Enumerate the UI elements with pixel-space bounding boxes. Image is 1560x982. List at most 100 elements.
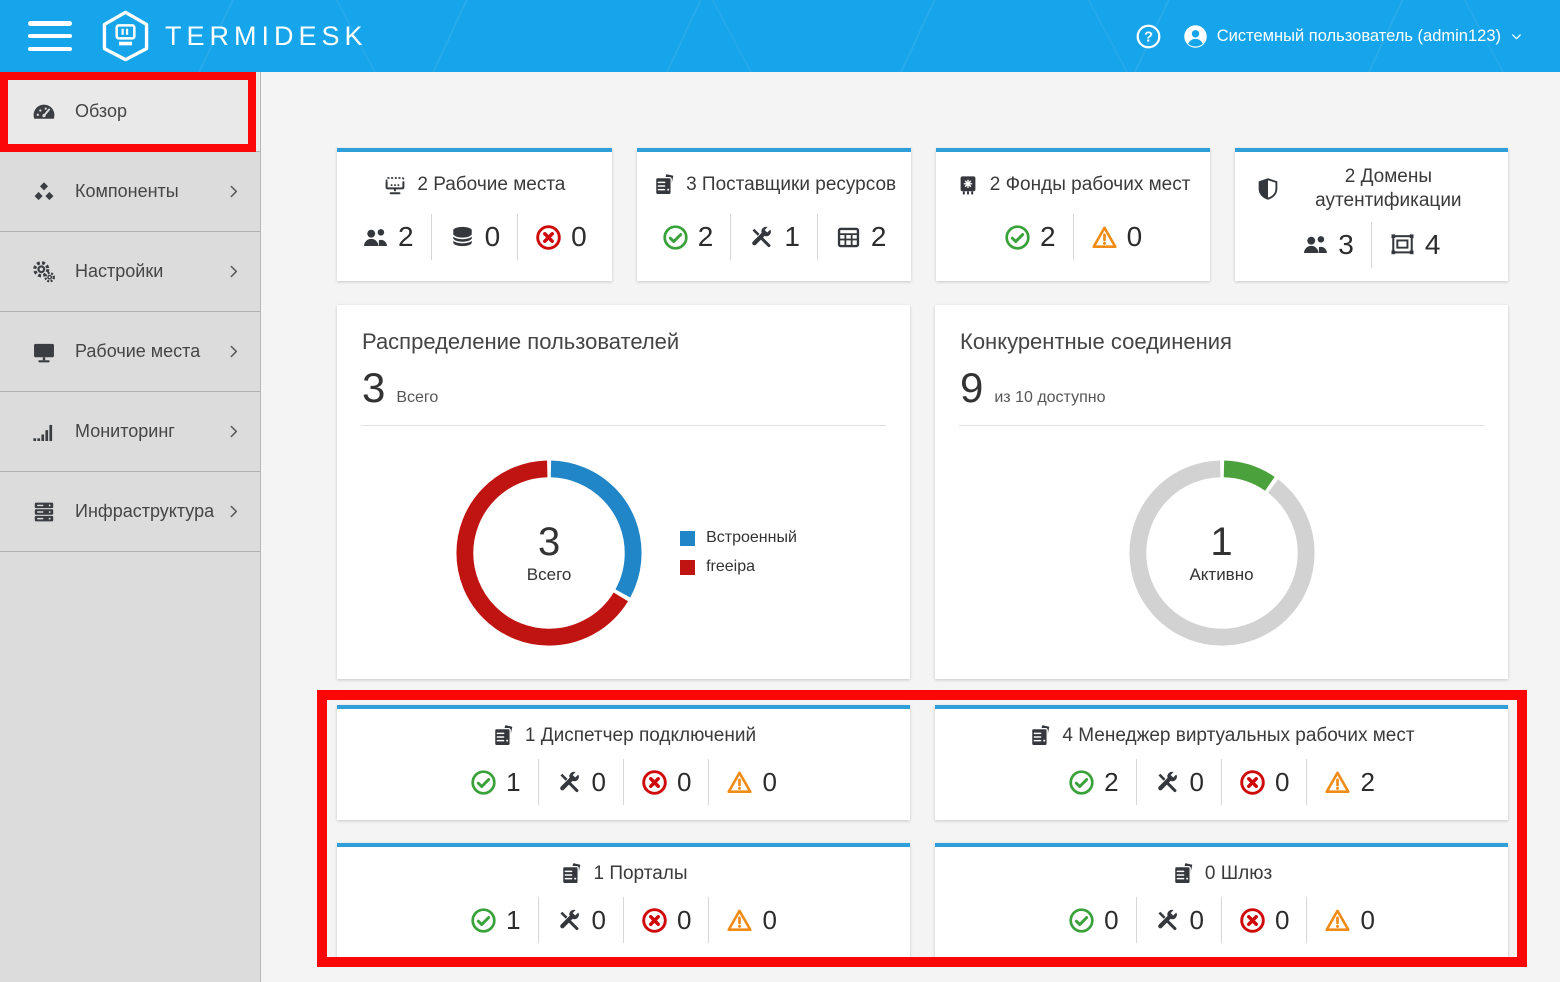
card-title-text: 1 Диспетчер подключений (525, 724, 756, 748)
card-stats: 2 0 0 (345, 214, 604, 260)
warning-icon (1324, 769, 1351, 796)
card-title-text: 4 Менеджер виртуальных рабочих мест (1062, 724, 1414, 748)
stat: 2 (817, 214, 904, 260)
stat: 0 (1306, 897, 1391, 943)
stat: 1 (453, 897, 537, 943)
warning-icon (1324, 907, 1351, 934)
card-title: 0 Шлюз (1171, 862, 1272, 886)
sidebar-item-components[interactable]: Компоненты (0, 152, 260, 232)
help-icon[interactable] (1135, 23, 1162, 50)
stat: 3 (1285, 222, 1371, 268)
user-menu[interactable]: Системный пользователь (admin123) (1182, 23, 1524, 50)
desktop-dashed-icon (383, 173, 407, 197)
stat-value: 0 (677, 767, 691, 798)
termidesk-dashboard: TERMIDESK Системный пользователь (admin1… (0, 0, 1560, 982)
warning-icon (726, 907, 753, 934)
sidebar-item-workplaces[interactable]: Рабочие места (0, 312, 260, 392)
chart-total-label: Всего (396, 389, 438, 407)
chart-body: 1 Активно (935, 426, 1508, 679)
stat-value: 2 (1104, 767, 1118, 798)
error-circle-icon (641, 769, 668, 796)
sidebar-item-overview[interactable]: Обзор (0, 72, 260, 152)
stat: 0 (431, 214, 518, 260)
stat: 2 (345, 214, 431, 260)
header-right: Системный пользователь (admin123) (1135, 23, 1560, 50)
stat-value: 0 (592, 767, 606, 798)
components-row-2: 1 Порталы 1 0 0 0 0 Шлюз 0 0 0 (337, 843, 1508, 958)
stat-value: 1 (784, 221, 800, 253)
stat-value: 0 (1275, 905, 1289, 936)
dashboard-icon (30, 99, 58, 125)
stat-value: 0 (1190, 905, 1204, 936)
stat-value: 0 (762, 905, 776, 936)
stat-value: 0 (1275, 767, 1289, 798)
legend-swatch (680, 560, 695, 575)
chart-total-value: 9 (960, 367, 983, 409)
sidebar-item-infrastructure[interactable]: Инфраструктура (0, 472, 260, 552)
card-portals: 1 Порталы 1 0 0 0 (337, 843, 910, 958)
hamburger-menu-button[interactable] (28, 21, 72, 51)
stat-value: 0 (485, 221, 501, 253)
legend-item: Встроенный (680, 529, 797, 547)
sidebar-item-monitoring[interactable]: Мониторинг (0, 392, 260, 472)
infrastructure-icon (30, 499, 58, 525)
shield-icon (1256, 177, 1280, 201)
stat-value: 0 (1127, 221, 1143, 253)
card-stats: 0 0 0 0 (1051, 897, 1392, 943)
sidebar-item-label: Инфраструктура (75, 501, 214, 522)
stat: 4 (1371, 222, 1458, 268)
card-title-text: 3 Поставщики ресурсов (686, 173, 896, 197)
card-stats: 2 0 0 2 (1051, 759, 1392, 805)
sidebar-item-label: Мониторинг (75, 421, 175, 442)
donut-chart-connections: 1 Активно (1123, 454, 1321, 652)
card-workplaces: 2 Рабочие места 2 0 0 (337, 148, 612, 281)
tools-icon (1154, 907, 1181, 934)
donut-svg (450, 454, 648, 652)
stat: 2 (1306, 759, 1391, 805)
chart-total-label: из 10 доступно (994, 389, 1105, 407)
charts-row: Распределение пользователей 3 Всего 3 Вс… (337, 305, 1508, 679)
users-icon (1302, 231, 1329, 258)
card-title-text: 1 Порталы (593, 862, 687, 886)
stat: 0 (623, 759, 708, 805)
stat-value: 0 (1104, 905, 1118, 936)
stat-value: 0 (1190, 767, 1204, 798)
chevron-right-icon (225, 263, 242, 280)
stat-value: 2 (871, 221, 887, 253)
card-title: 2 Фонды рабочих мест (956, 173, 1191, 197)
sidebar: Обзор Компоненты Настройки Рабочие места… (0, 72, 261, 982)
warning-icon (726, 769, 753, 796)
check-circle-icon (1068, 907, 1095, 934)
chevron-right-icon (225, 423, 242, 440)
card-title: 3 Поставщики ресурсов (652, 173, 896, 197)
tools-icon (556, 769, 583, 796)
stat: 1 (453, 759, 537, 805)
stat: 0 (623, 897, 708, 943)
object-group-icon (1389, 231, 1416, 258)
chart-head: Конкурентные соединения 9 из 10 доступно (935, 305, 1508, 409)
card-title: 2 Рабочие места (383, 173, 565, 197)
check-circle-icon (470, 907, 497, 934)
card-user-distribution: Распределение пользователей 3 Всего 3 Вс… (337, 305, 910, 679)
check-circle-icon (662, 224, 689, 251)
app-title: TERMIDESK (165, 21, 368, 52)
sidebar-item-settings[interactable]: Настройки (0, 232, 260, 312)
error-circle-icon (641, 907, 668, 934)
card-resource-providers: 3 Поставщики ресурсов 2 1 2 (637, 148, 912, 281)
chevron-right-icon (225, 183, 242, 200)
stat-value: 2 (398, 221, 414, 253)
sidebar-item-label: Обзор (75, 101, 127, 122)
tools-icon (556, 907, 583, 934)
check-circle-icon (1004, 224, 1031, 251)
stat-value: 0 (571, 221, 587, 253)
sidebar-item-label: Компоненты (75, 181, 179, 202)
stat: 0 (1221, 759, 1306, 805)
workplaces-icon (30, 339, 58, 365)
chart-total: 9 из 10 доступно (960, 367, 1483, 409)
legend-label: freeipa (706, 558, 755, 576)
stat-value: 0 (592, 905, 606, 936)
chevron-right-icon (225, 503, 242, 520)
table-icon (835, 224, 862, 251)
main-content: 2 Рабочие места 2 0 0 3 Поставщики ресур… (261, 72, 1560, 982)
warning-icon (1091, 224, 1118, 251)
